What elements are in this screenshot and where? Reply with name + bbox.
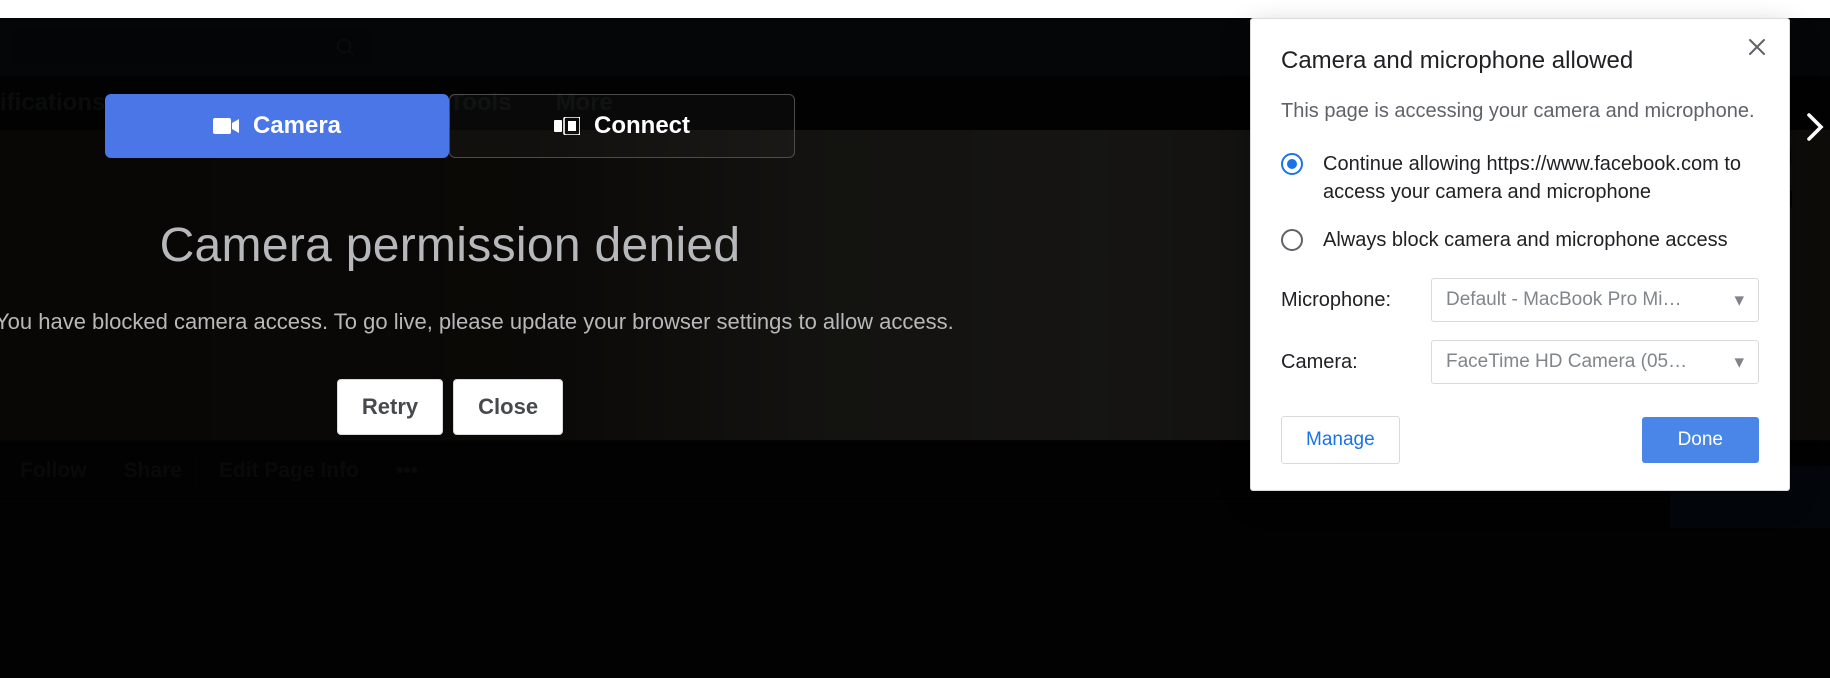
permission-footer: Manage Done <box>1281 416 1759 464</box>
radio-unselected-icon <box>1281 229 1303 251</box>
close-button[interactable]: Close <box>453 379 563 435</box>
tab-camera-label: Camera <box>253 112 341 140</box>
browser-toolbar-strip <box>0 0 1830 18</box>
chevron-down-icon: ▾ <box>1734 351 1744 374</box>
connect-icon <box>554 117 580 135</box>
microphone-value: Default - MacBook Pro Mi… <box>1446 289 1681 311</box>
permission-option-allow-label: Continue allowing https://www.facebook.c… <box>1323 150 1759 206</box>
popover-close-button[interactable] <box>1747 37 1771 61</box>
permission-subtitle: This page is accessing your camera and m… <box>1281 97 1759 126</box>
microphone-label: Microphone: <box>1281 289 1431 312</box>
carousel-next-icon[interactable] <box>1800 106 1830 148</box>
permission-options: Continue allowing https://www.facebook.c… <box>1281 150 1759 254</box>
permission-option-block-label: Always block camera and microphone acces… <box>1323 226 1728 254</box>
denied-title: Camera permission denied <box>105 218 795 273</box>
denied-subtitle: You have blocked camera access. To go li… <box>0 309 795 335</box>
permission-popover: Camera and microphone allowed This page … <box>1250 18 1790 491</box>
done-button[interactable]: Done <box>1642 417 1759 463</box>
camera-row: Camera: FaceTime HD Camera (05… ▾ <box>1281 340 1759 384</box>
permission-title: Camera and microphone allowed <box>1281 47 1759 75</box>
manage-button[interactable]: Manage <box>1281 416 1400 464</box>
page-area: Tammy Home Create Notifications Tools Mo… <box>0 18 1830 678</box>
dialog-tabs: Camera Connect <box>105 94 795 158</box>
microphone-select[interactable]: Default - MacBook Pro Mi… ▾ <box>1431 278 1759 322</box>
close-icon <box>1747 37 1767 57</box>
tab-connect-label: Connect <box>594 112 690 140</box>
permission-option-block[interactable]: Always block camera and microphone acces… <box>1281 226 1759 254</box>
camera-label: Camera: <box>1281 351 1431 374</box>
chevron-down-icon: ▾ <box>1734 289 1744 312</box>
camera-icon <box>213 116 239 136</box>
retry-button[interactable]: Retry <box>337 379 443 435</box>
camera-select[interactable]: FaceTime HD Camera (05… ▾ <box>1431 340 1759 384</box>
camera-value: FaceTime HD Camera (05… <box>1446 351 1687 373</box>
radio-selected-icon <box>1281 153 1303 175</box>
tab-camera[interactable]: Camera <box>105 94 449 158</box>
permission-option-allow[interactable]: Continue allowing https://www.facebook.c… <box>1281 150 1759 206</box>
live-video-dialog: Camera Connect Camera permission denied … <box>105 94 795 435</box>
microphone-row: Microphone: Default - MacBook Pro Mi… ▾ <box>1281 278 1759 322</box>
tab-connect[interactable]: Connect <box>449 94 795 158</box>
